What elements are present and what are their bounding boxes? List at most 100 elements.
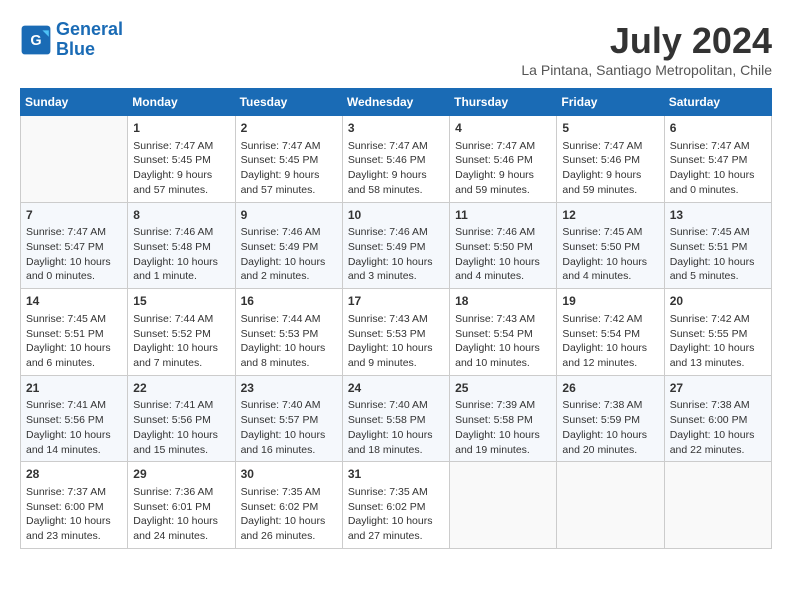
day-number: 11: [455, 207, 551, 224]
page-header: G General Blue July 2024 La Pintana, San…: [20, 20, 772, 78]
day-number: 30: [241, 466, 337, 483]
day-number: 18: [455, 293, 551, 310]
day-number: 12: [562, 207, 658, 224]
col-header-tuesday: Tuesday: [235, 89, 342, 116]
calendar-body: 1 Sunrise: 7:47 AMSunset: 5:45 PMDaylight…: [21, 116, 772, 549]
title-block: July 2024 La Pintana, Santiago Metropoli…: [521, 20, 772, 78]
day-info: Sunrise: 7:44 AMSunset: 5:52 PMDaylight:…: [133, 312, 229, 371]
day-number: 1: [133, 120, 229, 137]
day-number: 8: [133, 207, 229, 224]
calendar-cell: 15 Sunrise: 7:44 AMSunset: 5:52 PMDayligh…: [128, 289, 235, 376]
calendar-cell: [21, 116, 128, 203]
col-header-saturday: Saturday: [664, 89, 771, 116]
calendar-cell: 13Sunrise: 7:45 AMSunset: 5:51 PMDayligh…: [664, 202, 771, 289]
calendar-cell: 7Sunrise: 7:47 AMSunset: 5:47 PMDaylight…: [21, 202, 128, 289]
day-number: 4: [455, 120, 551, 137]
day-info: Sunrise: 7:45 AMSunset: 5:51 PMDaylight:…: [26, 312, 122, 371]
col-header-monday: Monday: [128, 89, 235, 116]
day-number: 22: [133, 380, 229, 397]
logo: G General Blue: [20, 20, 123, 60]
day-info: Sunrise: 7:47 AMSunset: 5:46 PMDaylight:…: [348, 139, 444, 198]
day-info: Sunrise: 7:46 AMSunset: 5:48 PMDaylight:…: [133, 225, 229, 284]
day-info: Sunrise: 7:42 AMSunset: 5:54 PMDaylight:…: [562, 312, 658, 371]
day-info: Sunrise: 7:47 AMSunset: 5:45 PMDaylight:…: [241, 139, 337, 198]
day-info: Sunrise: 7:43 AMSunset: 5:53 PMDaylight:…: [348, 312, 444, 371]
calendar-cell: 30Sunrise: 7:35 AMSunset: 6:02 PMDayligh…: [235, 462, 342, 549]
day-info: Sunrise: 7:36 AMSunset: 6:01 PMDaylight:…: [133, 485, 229, 544]
calendar-cell: [664, 462, 771, 549]
logo-icon: G: [20, 24, 52, 56]
calendar-cell: 11Sunrise: 7:46 AMSunset: 5:50 PMDayligh…: [450, 202, 557, 289]
day-info: Sunrise: 7:37 AMSunset: 6:00 PMDaylight:…: [26, 485, 122, 544]
day-number: 2: [241, 120, 337, 137]
calendar-cell: 2 Sunrise: 7:47 AMSunset: 5:45 PMDaylight…: [235, 116, 342, 203]
day-info: Sunrise: 7:43 AMSunset: 5:54 PMDaylight:…: [455, 312, 551, 371]
calendar-cell: 16Sunrise: 7:44 AMSunset: 5:53 PMDayligh…: [235, 289, 342, 376]
calendar-cell: 26Sunrise: 7:38 AMSunset: 5:59 PMDayligh…: [557, 375, 664, 462]
calendar-week-row: 21Sunrise: 7:41 AMSunset: 5:56 PMDayligh…: [21, 375, 772, 462]
day-info: Sunrise: 7:47 AMSunset: 5:46 PMDaylight:…: [455, 139, 551, 198]
day-number: 6: [670, 120, 766, 137]
location-subtitle: La Pintana, Santiago Metropolitan, Chile: [521, 62, 772, 78]
calendar-cell: 1 Sunrise: 7:47 AMSunset: 5:45 PMDaylight…: [128, 116, 235, 203]
day-info: Sunrise: 7:47 AMSunset: 5:45 PMDaylight:…: [133, 139, 229, 198]
day-info: Sunrise: 7:46 AMSunset: 5:49 PMDaylight:…: [241, 225, 337, 284]
day-number: 10: [348, 207, 444, 224]
calendar-cell: 27Sunrise: 7:38 AMSunset: 6:00 PMDayligh…: [664, 375, 771, 462]
calendar-cell: 6 Sunrise: 7:47 AMSunset: 5:47 PMDaylight…: [664, 116, 771, 203]
calendar-cell: 31 Sunrise: 7:35 AMSunset: 6:02 PMDayligh…: [342, 462, 449, 549]
day-info: Sunrise: 7:40 AMSunset: 5:57 PMDaylight:…: [241, 398, 337, 457]
day-info: Sunrise: 7:42 AMSunset: 5:55 PMDaylight:…: [670, 312, 766, 371]
day-number: 29: [133, 466, 229, 483]
calendar-cell: 3 Sunrise: 7:47 AMSunset: 5:46 PMDaylight…: [342, 116, 449, 203]
day-number: 15: [133, 293, 229, 310]
day-info: Sunrise: 7:47 AMSunset: 5:46 PMDaylight:…: [562, 139, 658, 198]
calendar-cell: 4 Sunrise: 7:47 AMSunset: 5:46 PMDaylight…: [450, 116, 557, 203]
calendar-cell: 29 Sunrise: 7:36 AMSunset: 6:01 PMDayligh…: [128, 462, 235, 549]
svg-text:G: G: [30, 33, 41, 49]
calendar-cell: 14 Sunrise: 7:45 AMSunset: 5:51 PMDayligh…: [21, 289, 128, 376]
day-info: Sunrise: 7:35 AMSunset: 6:02 PMDaylight:…: [348, 485, 444, 544]
day-number: 13: [670, 207, 766, 224]
day-number: 21: [26, 380, 122, 397]
day-info: Sunrise: 7:47 AMSunset: 5:47 PMDaylight:…: [670, 139, 766, 198]
day-info: Sunrise: 7:38 AMSunset: 5:59 PMDaylight:…: [562, 398, 658, 457]
day-number: 31: [348, 466, 444, 483]
day-info: Sunrise: 7:41 AMSunset: 5:56 PMDaylight:…: [133, 398, 229, 457]
day-info: Sunrise: 7:45 AMSunset: 5:50 PMDaylight:…: [562, 225, 658, 284]
day-number: 3: [348, 120, 444, 137]
calendar-cell: 10Sunrise: 7:46 AMSunset: 5:49 PMDayligh…: [342, 202, 449, 289]
day-info: Sunrise: 7:40 AMSunset: 5:58 PMDaylight:…: [348, 398, 444, 457]
calendar-week-row: 1 Sunrise: 7:47 AMSunset: 5:45 PMDaylight…: [21, 116, 772, 203]
day-info: Sunrise: 7:41 AMSunset: 5:56 PMDaylight:…: [26, 398, 122, 457]
day-number: 19: [562, 293, 658, 310]
calendar-cell: 5 Sunrise: 7:47 AMSunset: 5:46 PMDaylight…: [557, 116, 664, 203]
calendar-cell: 9Sunrise: 7:46 AMSunset: 5:49 PMDaylight…: [235, 202, 342, 289]
day-number: 14: [26, 293, 122, 310]
day-number: 25: [455, 380, 551, 397]
col-header-friday: Friday: [557, 89, 664, 116]
calendar-cell: 22Sunrise: 7:41 AMSunset: 5:56 PMDayligh…: [128, 375, 235, 462]
col-header-thursday: Thursday: [450, 89, 557, 116]
day-number: 9: [241, 207, 337, 224]
col-header-sunday: Sunday: [21, 89, 128, 116]
day-number: 16: [241, 293, 337, 310]
day-number: 5: [562, 120, 658, 137]
calendar-cell: 18 Sunrise: 7:43 AMSunset: 5:54 PMDayligh…: [450, 289, 557, 376]
calendar-cell: 21Sunrise: 7:41 AMSunset: 5:56 PMDayligh…: [21, 375, 128, 462]
day-info: Sunrise: 7:46 AMSunset: 5:50 PMDaylight:…: [455, 225, 551, 284]
calendar-week-row: 7Sunrise: 7:47 AMSunset: 5:47 PMDaylight…: [21, 202, 772, 289]
calendar-cell: 24Sunrise: 7:40 AMSunset: 5:58 PMDayligh…: [342, 375, 449, 462]
calendar-cell: 12Sunrise: 7:45 AMSunset: 5:50 PMDayligh…: [557, 202, 664, 289]
calendar-cell: [450, 462, 557, 549]
month-year-title: July 2024: [521, 20, 772, 62]
calendar-cell: 19 Sunrise: 7:42 AMSunset: 5:54 PMDayligh…: [557, 289, 664, 376]
logo-text: General Blue: [56, 20, 123, 60]
calendar-cell: 8Sunrise: 7:46 AMSunset: 5:48 PMDaylight…: [128, 202, 235, 289]
calendar-week-row: 28Sunrise: 7:37 AMSunset: 6:00 PMDayligh…: [21, 462, 772, 549]
day-number: 20: [670, 293, 766, 310]
calendar-cell: 28Sunrise: 7:37 AMSunset: 6:00 PMDayligh…: [21, 462, 128, 549]
calendar-cell: 20 Sunrise: 7:42 AMSunset: 5:55 PMDayligh…: [664, 289, 771, 376]
calendar-week-row: 14 Sunrise: 7:45 AMSunset: 5:51 PMDayligh…: [21, 289, 772, 376]
calendar-cell: 25Sunrise: 7:39 AMSunset: 5:58 PMDayligh…: [450, 375, 557, 462]
